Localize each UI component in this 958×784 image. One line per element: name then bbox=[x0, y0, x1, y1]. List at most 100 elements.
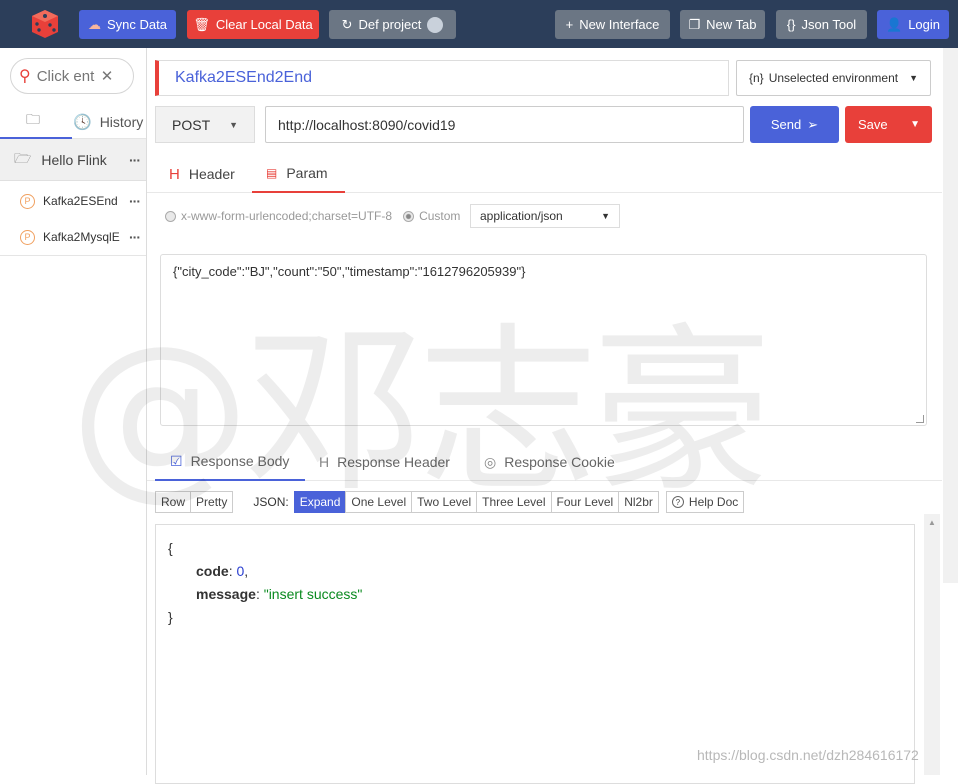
response-scrollbar[interactable]: ▲ bbox=[924, 514, 940, 775]
tab-header-label: Header bbox=[188, 166, 235, 182]
tab-param-label: Param bbox=[286, 165, 328, 181]
request-body-value: {"city_code":"BJ","count":"50","timestam… bbox=[173, 264, 526, 279]
item-more-icon[interactable]: ··· bbox=[129, 193, 141, 209]
braces-icon: {} bbox=[786, 17, 796, 32]
tab-response-body[interactable]: ☑ Response Body bbox=[155, 443, 305, 481]
login-button[interactable]: 👤 Login bbox=[877, 10, 949, 39]
url-input[interactable]: http://localhost:8090/covid19 bbox=[265, 106, 744, 143]
content-type-options: x-www-form-urlencoded;charset=UTF-8 Cust… bbox=[165, 204, 460, 228]
help-doc-label: Help Doc bbox=[688, 495, 739, 509]
folder-icon: 🗀 bbox=[26, 111, 40, 127]
json-tool-button[interactable]: {} Json Tool bbox=[776, 10, 867, 39]
json-key-code: code bbox=[196, 563, 229, 579]
one-level-button[interactable]: One Level bbox=[345, 491, 413, 513]
folder-more-icon[interactable]: ··· bbox=[129, 152, 141, 168]
json-value-code: 0 bbox=[236, 563, 245, 579]
content-type-value: application/json bbox=[480, 209, 563, 223]
trash-icon: 🗑 bbox=[193, 17, 210, 32]
top-bar: ☁ Sync Data 🗑 Clear Local Data ↻ Def pro… bbox=[0, 0, 958, 48]
json-line-code: code: 0, bbox=[196, 563, 249, 579]
search-box[interactable]: ⚲ ✕ bbox=[10, 58, 134, 94]
search-input[interactable] bbox=[36, 67, 95, 85]
interface-name-value: Kafka2ESEnd2End bbox=[175, 69, 312, 86]
method-select[interactable]: POST ▼ bbox=[155, 106, 255, 143]
response-toolbar: Row Pretty JSON: Expand One Level Two Le… bbox=[155, 491, 745, 513]
send-button[interactable]: Send ➢ bbox=[750, 106, 839, 143]
main-panel: Kafka2ESEnd2End {n} Unselected environme… bbox=[147, 48, 943, 784]
item-more-icon[interactable]: ··· bbox=[129, 229, 141, 245]
environment-value: Unselected environment bbox=[768, 71, 899, 85]
sidebar: ⚲ ✕ 🗀 🕓 History 🗁 Hello Flink ··· P Kafk… bbox=[0, 48, 147, 775]
window-icon: ❐ bbox=[688, 17, 701, 32]
paper-plane-icon: ➢ bbox=[807, 116, 819, 132]
help-doc-button[interactable]: ? Help Doc bbox=[665, 491, 745, 513]
folder-hello-flink[interactable]: 🗁 Hello Flink ··· bbox=[0, 139, 146, 181]
tab-collections[interactable]: 🗀 bbox=[0, 105, 72, 139]
list-item-label: Kafka2MysqlE bbox=[43, 230, 120, 244]
dice-logo-icon bbox=[32, 10, 58, 38]
list-item[interactable]: P Kafka2MysqlE ··· bbox=[0, 219, 146, 255]
response-json-viewer: { code: 0, message: "insert success" } bbox=[155, 524, 915, 784]
custom-label: Custom bbox=[419, 209, 461, 223]
sidebar-divider bbox=[0, 255, 146, 256]
environment-select[interactable]: {n} Unselected environment ▼ bbox=[736, 60, 931, 96]
variable-icon: {n} bbox=[749, 71, 764, 85]
cookie-icon: ◎ bbox=[484, 453, 497, 470]
caret-down-icon: ▼ bbox=[909, 73, 918, 83]
radio-form-urlencoded[interactable] bbox=[165, 210, 176, 222]
sync-data-button[interactable]: ☁ Sync Data bbox=[79, 10, 176, 39]
checkbox-icon: ☑ bbox=[170, 452, 183, 469]
new-interface-label: New Interface bbox=[579, 17, 660, 32]
header-icon: H bbox=[169, 165, 180, 183]
response-tabs: ☑ Response Body H Response Header ◎ Resp… bbox=[147, 443, 942, 481]
new-interface-button[interactable]: + New Interface bbox=[555, 10, 670, 39]
three-level-button[interactable]: Three Level bbox=[476, 491, 552, 513]
send-label: Send bbox=[770, 117, 802, 132]
request-body-textarea[interactable]: {"city_code":"BJ","count":"50","timestam… bbox=[160, 254, 927, 426]
caret-down-icon: ▼ bbox=[601, 211, 610, 221]
clear-search-icon[interactable]: ✕ bbox=[101, 67, 114, 85]
watermark-credit: https://blog.csdn.net/dzh284616172 bbox=[697, 747, 919, 763]
clock-icon: 🕓 bbox=[73, 114, 92, 131]
save-button[interactable]: Save ▼ bbox=[845, 106, 932, 143]
caret-down-icon[interactable]: ▼ bbox=[910, 119, 920, 130]
expand-button[interactable]: Expand bbox=[293, 491, 347, 513]
folder-label: Hello Flink bbox=[41, 151, 107, 168]
cloud-sync-icon: ☁ bbox=[88, 17, 101, 32]
tab-response-header[interactable]: H Response Header bbox=[319, 443, 450, 481]
save-label: Save bbox=[858, 117, 888, 132]
tab-param[interactable]: ▤ Param bbox=[252, 155, 345, 193]
radio-custom[interactable] bbox=[403, 210, 415, 222]
tab-response-cookie[interactable]: ◎ Response Cookie bbox=[484, 443, 615, 481]
project-switch-button[interactable]: ↻ Def project bbox=[329, 10, 456, 39]
content-type-select[interactable]: application/json ▼ bbox=[470, 204, 620, 228]
row-button[interactable]: Row bbox=[155, 491, 192, 513]
new-tab-button[interactable]: ❐ New Tab bbox=[680, 10, 765, 39]
pretty-button[interactable]: Pretty bbox=[190, 491, 234, 513]
four-level-button[interactable]: Four Level bbox=[550, 491, 620, 513]
caret-down-icon: ▼ bbox=[229, 119, 238, 130]
search-icon: ⚲ bbox=[19, 68, 31, 85]
clear-local-data-button[interactable]: 🗑 Clear Local Data bbox=[187, 10, 319, 39]
scroll-up-icon[interactable]: ▲ bbox=[928, 518, 936, 527]
resize-handle[interactable] bbox=[916, 415, 924, 423]
sync-data-label: Sync Data bbox=[107, 17, 167, 32]
interface-name-field[interactable]: Kafka2ESEnd2End bbox=[155, 60, 729, 96]
two-level-button[interactable]: Two Level bbox=[411, 491, 478, 513]
main-scrollbar[interactable] bbox=[943, 48, 958, 583]
clear-local-data-label: Clear Local Data bbox=[215, 17, 313, 32]
json-key-message: message bbox=[196, 586, 256, 602]
post-badge-icon: P bbox=[20, 229, 35, 245]
list-item[interactable]: P Kafka2ESEnd ··· bbox=[0, 183, 146, 219]
json-label: JSON: bbox=[253, 495, 289, 509]
tab-header[interactable]: H Header bbox=[169, 155, 235, 193]
user-icon: 👤 bbox=[886, 17, 903, 32]
tab-response-cookie-label: Response Cookie bbox=[504, 454, 615, 470]
url-value: http://localhost:8090/covid19 bbox=[278, 116, 456, 133]
tab-history[interactable]: 🕓 History bbox=[73, 105, 146, 139]
tab-response-header-label: Response Header bbox=[337, 454, 450, 470]
json-tool-label: Json Tool bbox=[801, 17, 857, 32]
refresh-icon: ↻ bbox=[341, 17, 353, 32]
nl2br-button[interactable]: Nl2br bbox=[618, 491, 659, 513]
new-tab-label: New Tab bbox=[706, 17, 757, 32]
